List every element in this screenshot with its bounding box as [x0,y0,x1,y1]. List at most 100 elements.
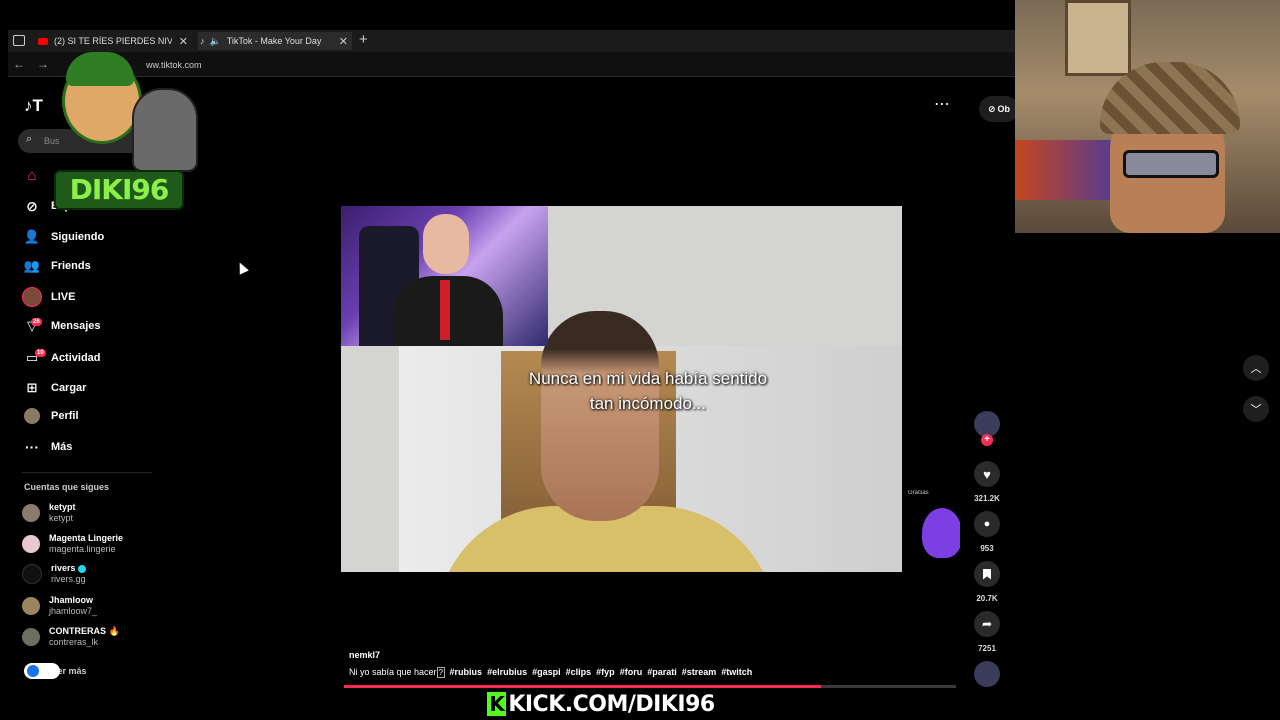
tiktok-logo-text: T [32,96,43,115]
account-handle: jhamloow7_ [49,606,98,616]
more-icon: ··· [25,439,39,455]
sidebar-item-actividad[interactable]: ▭ Actividad [22,347,101,369]
avatar [22,504,40,522]
account-name: CONTRERAS 🔥 [49,626,120,636]
close-icon[interactable]: ✕ [339,35,348,48]
sidebar-item-label: Cargar [51,382,87,394]
pip-person-head [423,214,469,274]
follow-plus-icon[interactable]: + [981,434,993,446]
toggle-icon[interactable] [24,663,60,679]
sidebar-item-friends[interactable]: 👥 Friends [22,255,91,277]
video-subtitle: Nunca en mi vida había sentido tan incóm… [400,366,896,416]
phone-icon: ⊘ [988,103,996,114]
video-progress-bar[interactable] [344,685,956,688]
save-button[interactable] [974,561,1000,587]
browser-tab-tiktok[interactable]: ♪ 🔈 TikTok - Make Your Day ✕ [198,32,352,50]
chevron-down-icon: ﹀ [1250,404,1262,416]
sidebar-item-label: Mensajes [51,320,101,332]
sidebar-item-live[interactable]: LIVE [22,286,75,308]
messages-badge: 26 [31,318,42,326]
profile-icon [22,406,42,426]
hashtag[interactable]: #elrubius [487,667,527,677]
forward-icon[interactable]: → [37,57,49,71]
browser-tab-youtube[interactable]: (2) SI TE RÍES PIERDES NIVEL DIOS ✕ [38,32,188,50]
speaker-icon[interactable]: 🔈 [210,36,221,47]
more-options-icon[interactable]: ⋯ [934,94,950,114]
activity-badge: 10 [35,349,46,357]
following-account-jhamloow[interactable]: Jhamloow jhamloow7_ [22,595,97,617]
tab-title: TikTok - Make Your Day [226,36,322,46]
following-account-rivers[interactable]: rivers rivers.gg [22,563,87,585]
hashtag[interactable]: #gaspi [532,667,561,677]
video-person-head [541,311,659,521]
sidebar-item-label: Más [51,441,73,453]
next-video-button[interactable]: ﹀ [1243,396,1269,422]
webcam-overlay [1015,0,1280,233]
sidebar-item-siguiendo[interactable]: 👤 Siguiendo [22,226,104,248]
following-account-magenta[interactable]: Magenta Lingerie magenta.lingerie [22,533,123,555]
share-icon: ➦ [981,617,993,631]
sidebar-item-mas[interactable]: ··· Más [22,436,72,458]
following-account-ketypt[interactable]: ketypt ketypt [22,502,76,524]
avatar [22,597,40,615]
account-name: Jhamloow [49,595,94,605]
subtitle-line: Nunca en mi vida había sentido [528,369,768,388]
get-app-label: Ob [997,104,1011,114]
hashtag[interactable]: #fyp [596,667,615,677]
hashtag[interactable]: #stream [682,667,717,677]
comment-button[interactable]: ● [974,511,1000,537]
like-count: 321.2K [974,494,1000,503]
logo-character-hair [66,52,134,86]
live-icon [22,287,42,307]
progress-fill [344,685,822,688]
sidebar-item-label: LIVE [51,291,76,303]
sidebar-item-label: Actividad [51,352,101,364]
avatar [22,628,40,646]
caption-text: Ni yo sabía que hacer [349,667,437,677]
hashtag[interactable]: #clips [566,667,592,677]
following-header: Cuentas que sigues [24,482,110,492]
sidebar-item-home[interactable]: ⌂ [22,164,51,186]
tab-switcher-icon[interactable] [13,35,25,46]
following-account-contreras[interactable]: CONTRERAS 🔥 contreras_lk [22,626,120,648]
hashtag[interactable]: #foru [620,667,643,677]
get-app-button[interactable]: ⊘ Ob [979,96,1019,122]
following-icon: 👤 [23,229,41,244]
search-icon: ⌕ [26,133,33,145]
hashtag[interactable]: #parati [647,667,677,677]
logo-cat [132,88,198,172]
tiktok-logo[interactable]: ♪T [24,96,43,116]
next-video-thumbnail[interactable]: Gracias [908,490,960,570]
share-button[interactable]: ➦ [974,611,1000,637]
avatar [22,535,40,553]
kick-channel-banner: K KICK.COM/DIKI96 [487,690,716,718]
hashtag[interactable]: #rubius [450,667,483,677]
kick-url: KICK.COM/DIKI96 [507,691,716,718]
account-handle: ketypt [49,513,74,523]
upload-icon: ⊞ [26,380,38,395]
account-handle: rivers.gg [51,574,86,584]
back-icon[interactable]: ← [13,57,25,71]
comment-icon: ● [983,518,991,530]
youtube-icon [38,37,48,45]
purple-mascot-icon [922,508,960,558]
music-disc-icon[interactable] [974,661,1000,687]
sidebar-item-perfil[interactable]: Perfil [22,405,79,427]
account-handle: contreras_lk [49,637,99,647]
close-icon[interactable]: ✕ [179,35,188,48]
previous-video-button[interactable]: ︿ [1243,355,1269,381]
broken-glyph-icon: ? [436,667,446,678]
sidebar-item-label: Perfil [51,410,79,422]
video-author[interactable]: nemkl7 [349,650,380,660]
see-more-link[interactable]: Ver más [24,663,87,679]
like-button[interactable]: ♥ [974,461,1000,487]
sidebar-item-cargar[interactable]: ⊞ Cargar [22,377,87,399]
subtitle-line: tan incómodo... [589,394,707,413]
account-name: ketypt [49,502,76,512]
mouse-cursor [235,260,249,275]
tiktok-favicon-icon: ♪ [200,36,205,46]
webcam-clothes [1015,140,1125,200]
hashtag[interactable]: #twitch [721,667,752,677]
sidebar-item-label: Siguiendo [51,231,105,243]
new-tab-button[interactable]: + [359,31,368,48]
